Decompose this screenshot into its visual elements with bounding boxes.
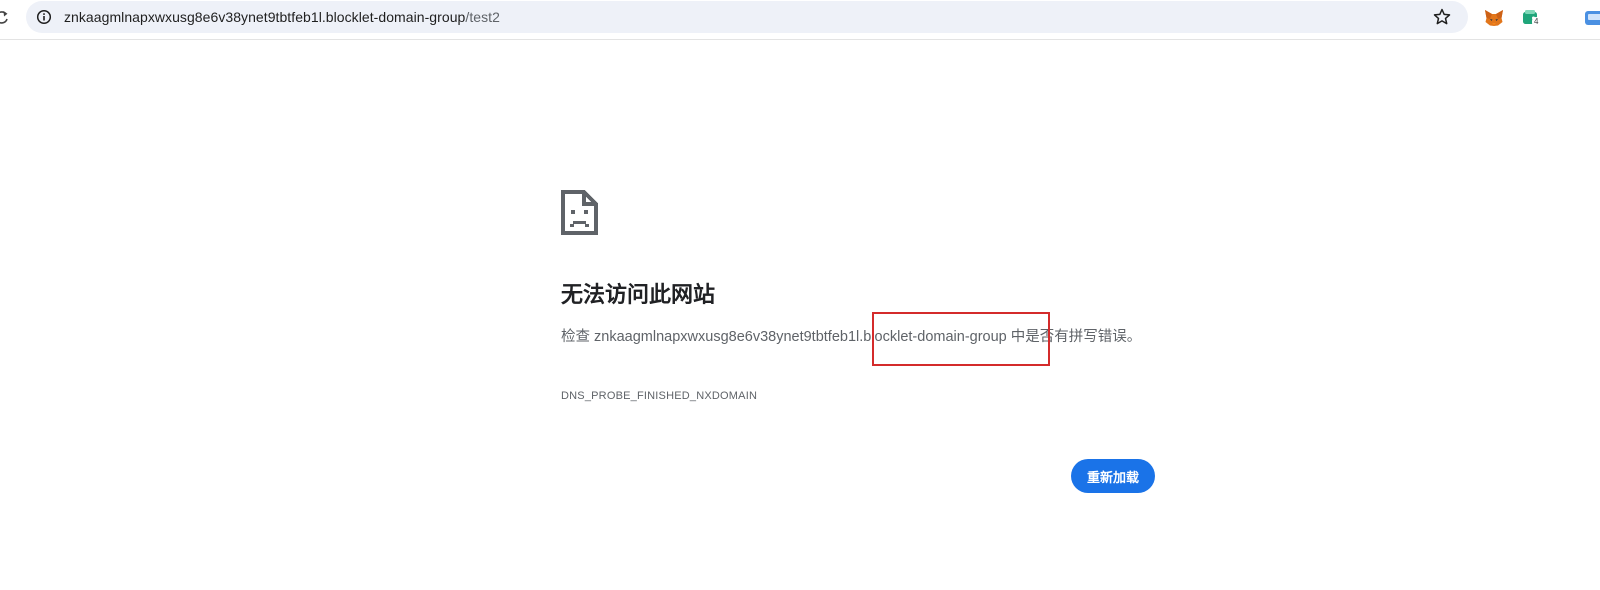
error-title: 无法访问此网站 (561, 282, 716, 307)
metamask-fox-icon[interactable] (1483, 7, 1505, 29)
extension-icon[interactable] (1584, 7, 1600, 29)
url-path: /test2 (465, 9, 500, 25)
reload-button[interactable]: 重新加载 (1071, 459, 1155, 493)
browser-toolbar: znkaagmlnapxwxusg8e6v38ynet9tbtfeb1l.blo… (0, 0, 1600, 40)
error-desc-host: znkaagmlnapxwxusg8e6v38ynet9tbtfeb1l.blo… (594, 329, 1007, 345)
star-icon[interactable] (1432, 7, 1452, 27)
info-icon[interactable] (36, 9, 52, 25)
wallet-extension-icon[interactable]: 4 (1520, 7, 1542, 29)
error-code: DNS_PROBE_FINISHED_NXDOMAIN (561, 390, 758, 402)
error-desc-prefix: 检查 (561, 329, 595, 345)
url-text[interactable]: znkaagmlnapxwxusg8e6v38ynet9tbtfeb1l.blo… (64, 8, 500, 26)
error-description: 检查 znkaagmlnapxwxusg8e6v38ynet9tbtfeb1l.… (561, 326, 1161, 349)
sad-page-icon (561, 190, 598, 235)
error-desc-suffix: 中是否有拼写错误。 (1006, 329, 1142, 345)
url-host: znkaagmlnapxwxusg8e6v38ynet9tbtfeb1l.blo… (64, 9, 466, 25)
address-bar[interactable]: znkaagmlnapxwxusg8e6v38ynet9tbtfeb1l.blo… (26, 1, 1468, 33)
reload-icon[interactable] (0, 8, 10, 26)
